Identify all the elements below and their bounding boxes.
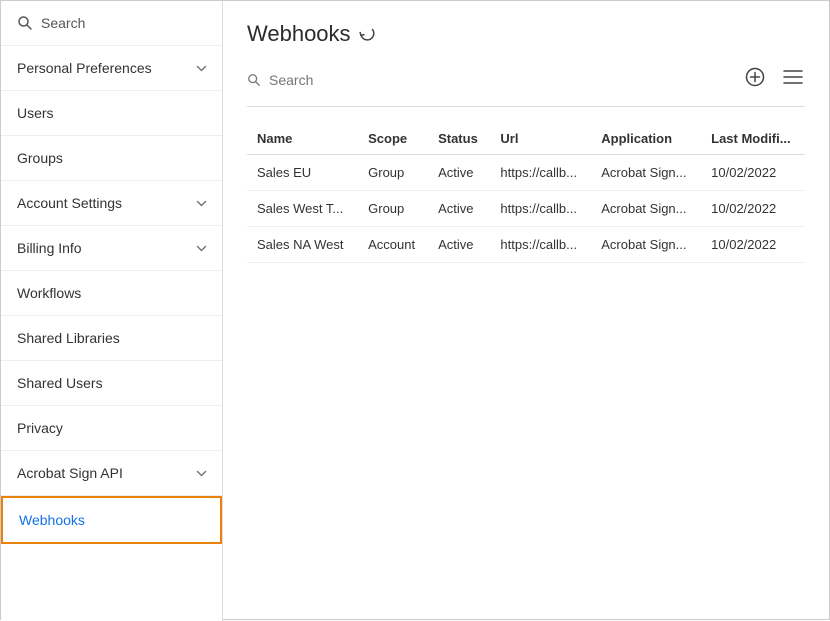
table-body: Sales EUGroupActivehttps://callb...Acrob… [247,155,805,263]
cell-2-status: Active [428,227,490,263]
page-title: Webhooks [247,21,351,47]
cell-2-url: https://callb... [490,227,591,263]
cell-1-last_modified: 10/02/2022 [701,191,805,227]
sidebar-item-label-privacy: Privacy [17,420,63,436]
sidebar-item-groups[interactable]: Groups [1,136,222,181]
webhook-search-bar[interactable] [247,72,743,88]
sidebar-item-privacy[interactable]: Privacy [1,406,222,451]
col-header-4: Application [591,123,701,155]
cell-1-status: Active [428,191,490,227]
search-icon [17,15,33,31]
col-header-3: Url [490,123,591,155]
chevron-down-icon-acrobat-sign-api [193,467,208,479]
sidebar-item-account-settings[interactable]: Account Settings [1,181,222,226]
sidebar-item-shared-users[interactable]: Shared Users [1,361,222,406]
sidebar-item-shared-libraries[interactable]: Shared Libraries [1,316,222,361]
sidebar-item-label-billing-info: Billing Info [17,240,82,256]
cell-2-application: Acrobat Sign... [591,227,701,263]
cell-1-url: https://callb... [490,191,591,227]
cell-0-application: Acrobat Sign... [591,155,701,191]
cell-0-name: Sales EU [247,155,358,191]
sidebar-search-label: Search [41,15,85,31]
sidebar-item-users[interactable]: Users [1,91,222,136]
sidebar-item-acrobat-sign-api[interactable]: Acrobat Sign API [1,451,222,496]
sidebar-item-label-shared-users: Shared Users [17,375,103,391]
webhooks-table: NameScopeStatusUrlApplicationLast Modifi… [247,123,805,263]
sidebar-item-label-groups: Groups [17,150,63,166]
sidebar-item-webhooks[interactable]: Webhooks [1,496,222,544]
cell-1-name: Sales West T... [247,191,358,227]
cell-2-scope: Account [358,227,428,263]
sidebar-item-label-webhooks: Webhooks [19,512,85,528]
main-content: Webhooks [223,1,829,619]
page-title-area: Webhooks [247,21,805,47]
sidebar-item-label-personal-preferences: Personal Preferences [17,60,152,76]
col-header-5: Last Modifi... [701,123,805,155]
sidebar-item-label-shared-libraries: Shared Libraries [17,330,120,346]
table-row[interactable]: Sales EUGroupActivehttps://callb...Acrob… [247,155,805,191]
chevron-down-icon-personal-preferences [193,62,208,74]
add-webhook-button[interactable] [743,65,767,94]
cell-2-last_modified: 10/02/2022 [701,227,805,263]
sidebar-item-label-workflows: Workflows [17,285,81,301]
cell-2-name: Sales NA West [247,227,358,263]
sidebar-item-workflows[interactable]: Workflows [1,271,222,316]
chevron-down-icon-account-settings [193,197,208,209]
webhook-search-input[interactable] [269,72,469,88]
webhooks-toolbar [247,65,805,107]
cell-0-url: https://callb... [490,155,591,191]
cell-0-last_modified: 10/02/2022 [701,155,805,191]
col-header-0: Name [247,123,358,155]
cell-1-scope: Group [358,191,428,227]
sidebar-item-label-users: Users [17,105,54,121]
sidebar: Search Personal Preferences Users Groups Ac… [1,1,223,621]
sidebar-item-billing-info[interactable]: Billing Info [1,226,222,271]
sidebar-item-label-acrobat-sign-api: Acrobat Sign API [17,465,123,481]
sidebar-item-label-account-settings: Account Settings [17,195,122,211]
col-header-2: Status [428,123,490,155]
cell-1-application: Acrobat Sign... [591,191,701,227]
sidebar-nav: Personal Preferences Users Groups Account S… [1,46,222,544]
chevron-down-icon-billing-info [193,242,208,254]
col-header-1: Scope [358,123,428,155]
sidebar-search[interactable]: Search [1,1,222,46]
table-header: NameScopeStatusUrlApplicationLast Modifi… [247,123,805,155]
refresh-icon[interactable] [359,27,375,43]
cell-0-status: Active [428,155,490,191]
cell-0-scope: Group [358,155,428,191]
table-row[interactable]: Sales NA WestAccountActivehttps://callb.… [247,227,805,263]
table-row[interactable]: Sales West T...GroupActivehttps://callb.… [247,191,805,227]
sidebar-item-personal-preferences[interactable]: Personal Preferences [1,46,222,91]
toolbar-actions [743,65,805,94]
toolbar-search-icon [247,73,261,87]
filter-menu-button[interactable] [781,67,805,92]
